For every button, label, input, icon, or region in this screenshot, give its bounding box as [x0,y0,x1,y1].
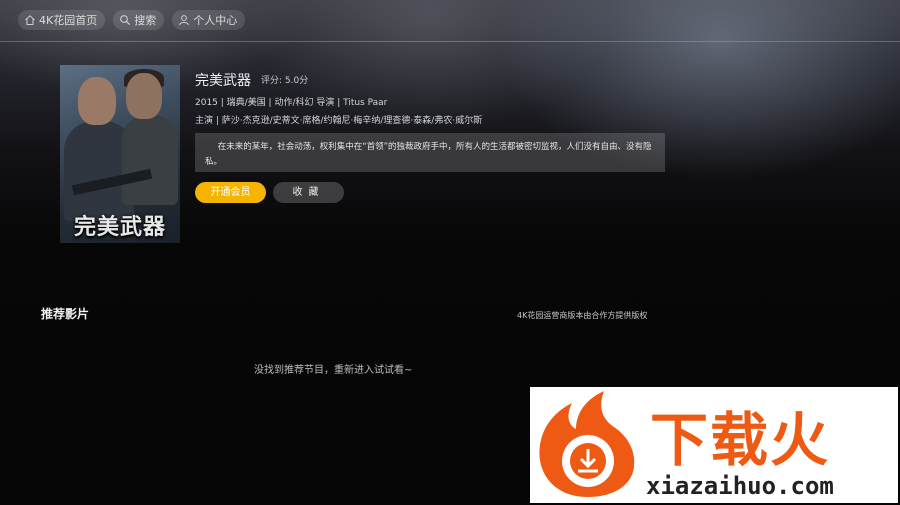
watermark-url: xiazaihuo.com [646,472,834,500]
watermark-brand: 下载火 [650,406,831,474]
nav-search-button[interactable]: 搜索 [113,10,165,30]
movie-synopsis: 在未来的某年，社会动荡，权利集中在“首领”的独裁政府手中，所有人的生活都被密切监… [195,133,665,172]
top-nav: 4K花园首页 搜索 个人中心 [18,10,246,30]
poster-face-1 [78,77,116,125]
recommend-heading: 推荐影片 [41,307,90,321]
header-divider [0,41,900,42]
poster-face-2 [126,73,162,119]
nav-home-label: 4K花园首页 [39,14,98,27]
watermark-banner: 下载火 xiazaihuo.com [530,387,898,503]
movie-poster: 完美武器 [60,65,180,243]
open-membership-button[interactable]: 开通会员 [195,182,266,203]
nav-profile-label: 个人中心 [193,14,238,27]
poster-title: 完美武器 [73,214,166,240]
user-icon [179,15,190,26]
nav-search-label: 搜索 [134,14,157,27]
flame-logo-icon [539,391,635,497]
poster-figure-2 [122,115,178,205]
favorite-button[interactable]: 收藏 [273,182,344,203]
movie-title: 完美武器 [195,73,251,89]
search-icon [120,15,131,26]
movie-meta: 2015 | 瑞典/美国 | 动作/科幻 导演 | Titus Paar [195,98,388,108]
nav-home-button[interactable]: 4K花园首页 [18,10,106,30]
empty-recommend-message: 没找到推荐节目，重新进入试试看~ [254,365,413,376]
nav-profile-button[interactable]: 个人中心 [172,10,246,30]
movie-rating: 评分: 5.0分 [261,76,309,86]
copyright-note: 4K花园运营商版本由合作方提供版权 [517,311,648,320]
movie-cast: 主演 | 萨沙·杰克逊/史蒂文·席格/约翰尼·梅辛纳/理查德·泰森/弗农·威尔斯 [195,116,483,126]
home-icon [25,15,35,25]
